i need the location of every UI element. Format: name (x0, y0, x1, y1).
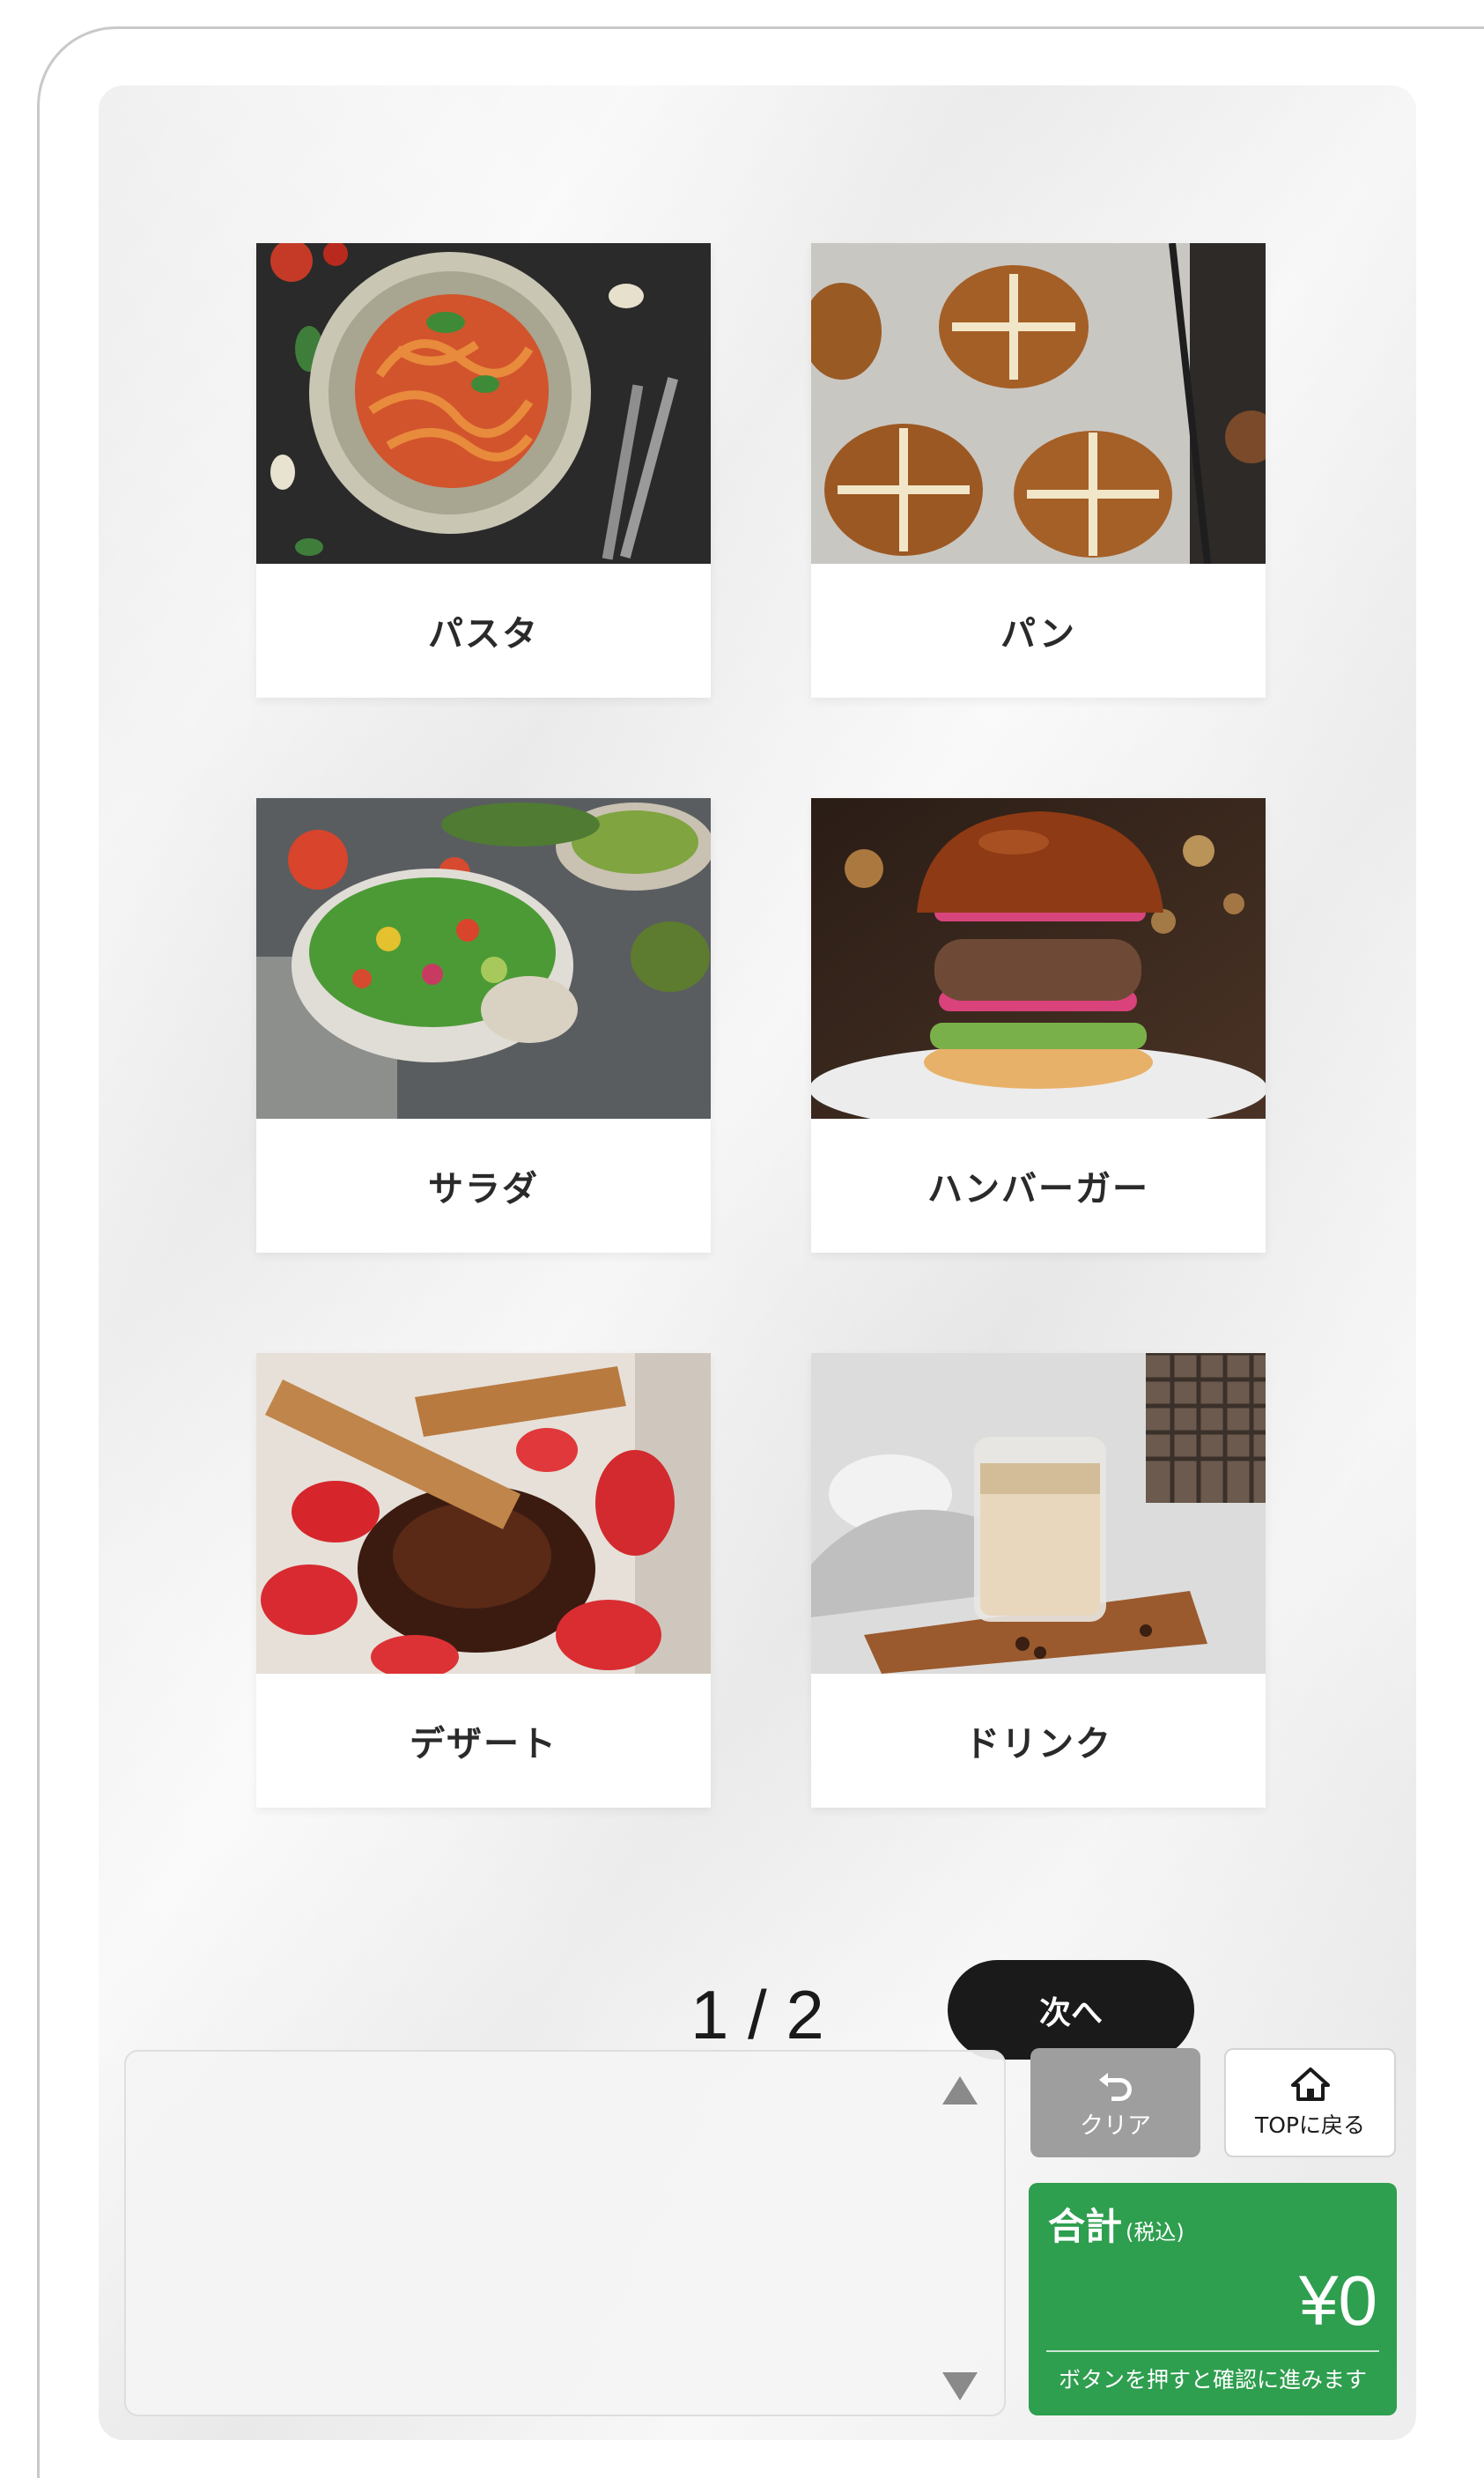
pasta-photo (256, 243, 711, 564)
page-indicator: 1 / 2 (690, 1975, 824, 2053)
drink-photo (811, 1353, 1266, 1674)
category-label: デザート (410, 1724, 557, 1764)
total-amount: ¥0 (1299, 2261, 1377, 2340)
total-label: 合計 (税込) (1048, 2197, 1185, 2251)
category-tile-salad[interactable]: サラダ (256, 798, 711, 1253)
category-label: ドリンク (964, 1724, 1112, 1764)
tax-note: (税込) (1126, 2220, 1185, 2245)
category-tile-dessert[interactable]: デザート (256, 1353, 711, 1808)
triangle-down-icon[interactable] (941, 2371, 979, 2402)
hamburger-photo (811, 798, 1266, 1119)
category-label: サラダ (428, 1169, 539, 1209)
category-label: パン (1000, 614, 1076, 655)
category-tile-pasta[interactable]: パスタ (256, 243, 711, 698)
menu-screen: パスタ パン サラダ ハンバーガー デザート ドリンク 1 / 2 次へ クリア… (99, 85, 1416, 2440)
clear-button[interactable]: クリア (1030, 2048, 1200, 2157)
category-label: ハンバーガー (927, 1169, 1149, 1209)
home-icon (1290, 2067, 1330, 2101)
confirm-hint: ボタンを押すと確認に進みます (1058, 2367, 1367, 2393)
dessert-photo (256, 1353, 711, 1674)
total-divider (1046, 2350, 1379, 2352)
salad-photo (256, 798, 711, 1119)
top-label: TOPに戻る (1254, 2112, 1366, 2138)
total-label-text: 合計 (1048, 2205, 1123, 2248)
bread-photo (811, 243, 1266, 564)
category-tile-bread[interactable]: パン (811, 243, 1266, 698)
order-list[interactable] (124, 2050, 1006, 2416)
total-panel[interactable]: 合計 (税込) ¥0 ボタンを押すと確認に進みます (1029, 2183, 1397, 2415)
undo-icon (1098, 2072, 1132, 2101)
category-tile-drink[interactable]: ドリンク (811, 1353, 1266, 1808)
category-label: パスタ (428, 614, 539, 655)
next-button[interactable]: 次へ (948, 1960, 1194, 2060)
clear-label: クリア (1080, 2112, 1151, 2140)
category-tile-hamburger[interactable]: ハンバーガー (811, 798, 1266, 1253)
top-button[interactable]: TOPに戻る (1224, 2048, 1396, 2157)
triangle-up-icon[interactable] (941, 2075, 979, 2106)
